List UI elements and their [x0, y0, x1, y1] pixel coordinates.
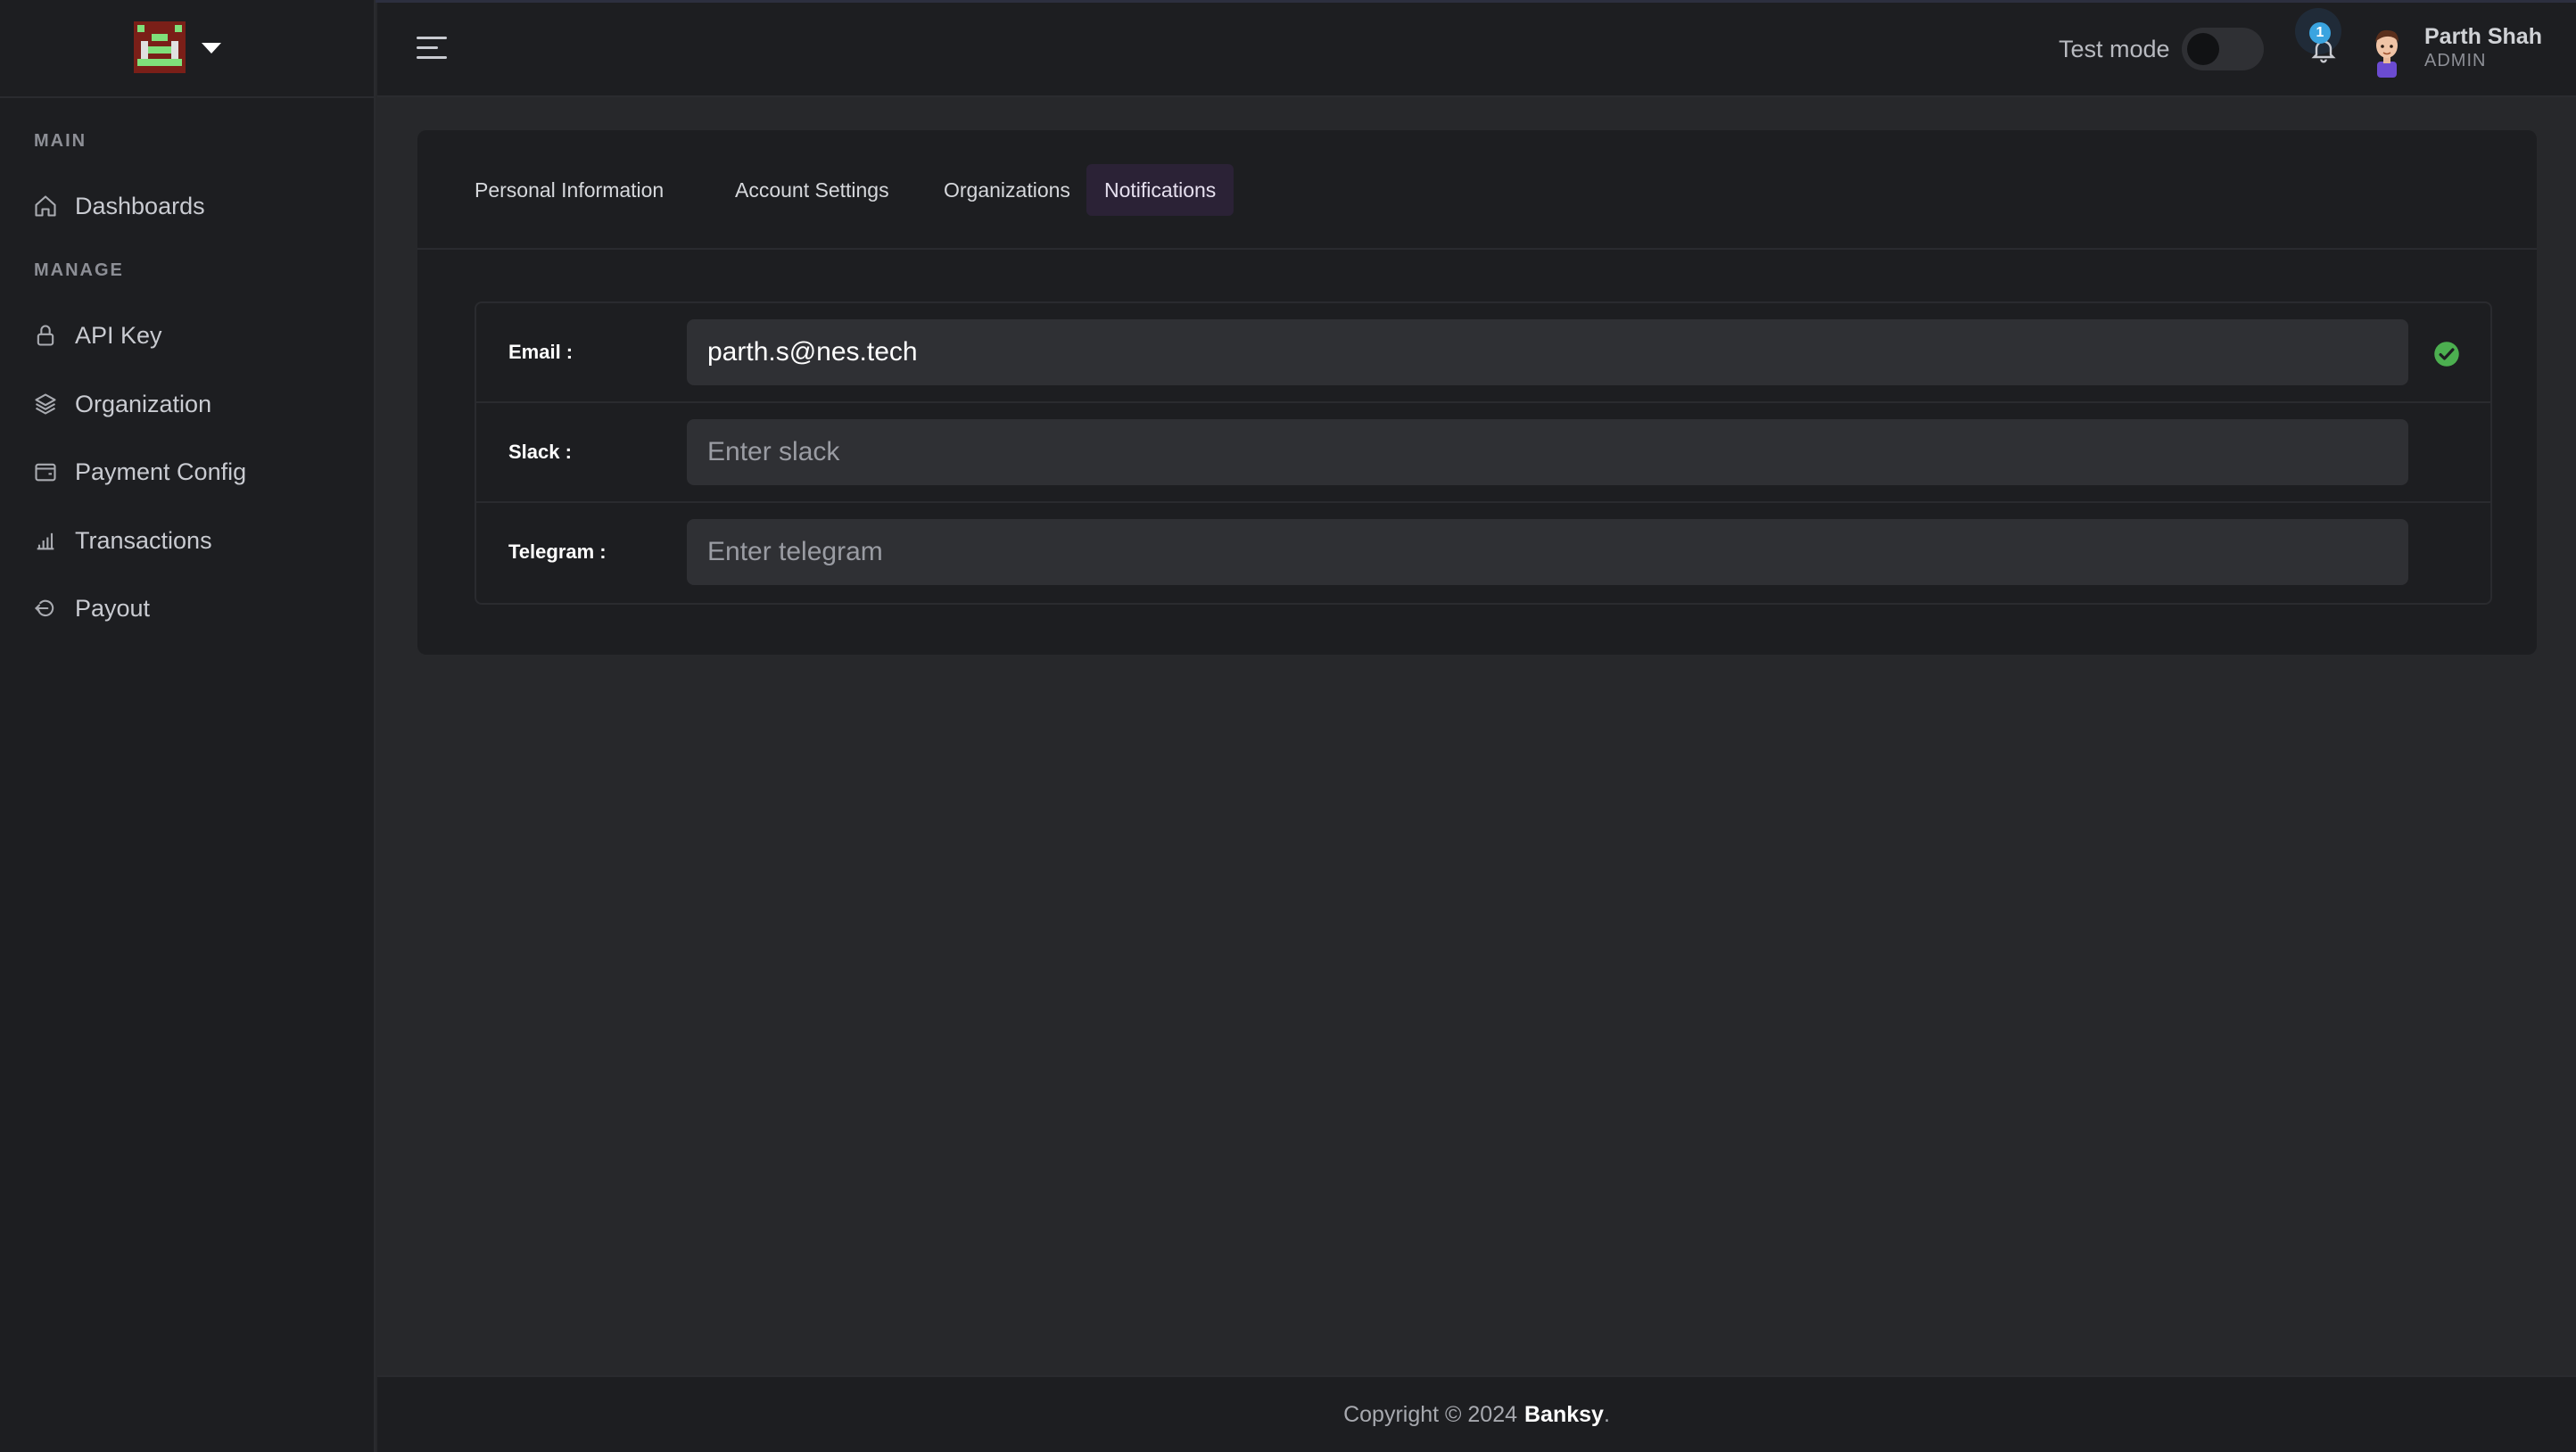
sidebar-item-label: Payment Config: [75, 458, 247, 485]
section-label-manage: MANAGE: [34, 260, 124, 280]
settings-tabs: Personal Information Account Settings Or…: [417, 130, 2537, 250]
hamburger-menu-icon[interactable]: [417, 35, 447, 62]
footer-brand-link[interactable]: Banksy: [1524, 1402, 1604, 1428]
sidebar-item-label: API Key: [75, 321, 162, 349]
tab-organizations[interactable]: Organizations: [926, 164, 1088, 216]
sidebar-item-label: Payout: [75, 594, 151, 622]
sidebar-item-transactions[interactable]: Transactions: [32, 517, 353, 564]
user-name[interactable]: Parth Shah: [2424, 24, 2542, 50]
test-mode-label: Test mode: [2059, 36, 2170, 62]
notification-count-badge: 1: [2309, 22, 2331, 44]
notification-channels-form: Email : Slack : Telegram :: [475, 301, 2492, 605]
email-field[interactable]: [687, 319, 2408, 385]
sidebar-item-api-key[interactable]: API Key: [32, 312, 353, 359]
form-row-email: Email :: [476, 303, 2490, 403]
top-header: Test mode 1 Parth Shah ADMIN: [377, 3, 2576, 97]
form-row-telegram: Telegram :: [476, 503, 2490, 603]
sidebar-item-payout[interactable]: Payout: [32, 585, 353, 631]
logo-dropdown-caret-icon[interactable]: [202, 43, 221, 54]
lock-icon: [32, 322, 59, 349]
copyright-text: Copyright © 2024: [1343, 1401, 1517, 1427]
toggle-knob: [2187, 33, 2219, 65]
verified-check-icon: [2434, 342, 2459, 367]
layers-icon: [32, 391, 59, 417]
slack-label: Slack :: [508, 441, 572, 463]
email-label: Email :: [508, 341, 574, 363]
home-icon: [32, 193, 59, 219]
user-avatar[interactable]: [2365, 22, 2409, 78]
telegram-label: Telegram :: [508, 540, 607, 563]
sidebar: MAIN Dashboards MANAGE API Key Organizat…: [0, 0, 376, 1452]
tab-account-settings[interactable]: Account Settings: [717, 164, 907, 216]
sidebar-item-label: Organization: [75, 390, 212, 417]
app-logo[interactable]: [134, 21, 186, 73]
sidebar-item-payment-config[interactable]: Payment Config: [32, 449, 353, 495]
test-mode-toggle[interactable]: [2182, 28, 2264, 70]
sidebar-item-organization[interactable]: Organization: [32, 381, 353, 427]
bar-chart-icon: [32, 527, 59, 554]
telegram-field[interactable]: [687, 519, 2408, 585]
sidebar-item-dashboards[interactable]: Dashboards: [32, 183, 353, 229]
user-role: ADMIN: [2424, 51, 2487, 70]
tab-personal-information[interactable]: Personal Information: [457, 164, 681, 216]
footer: Copyright © 2024 Banksy .: [377, 1375, 2576, 1452]
logo-area: [0, 0, 376, 98]
sidebar-item-label: Transactions: [75, 526, 212, 554]
tab-notifications[interactable]: Notifications: [1086, 164, 1234, 216]
form-row-slack: Slack :: [476, 403, 2490, 503]
wallet-icon: [32, 458, 59, 485]
settings-card: Personal Information Account Settings Or…: [417, 130, 2537, 655]
footer-suffix: .: [1603, 1401, 1610, 1427]
slack-field[interactable]: [687, 419, 2408, 485]
logout-icon: [32, 595, 59, 622]
section-label-main: MAIN: [34, 131, 87, 151]
sidebar-item-label: Dashboards: [75, 192, 205, 219]
